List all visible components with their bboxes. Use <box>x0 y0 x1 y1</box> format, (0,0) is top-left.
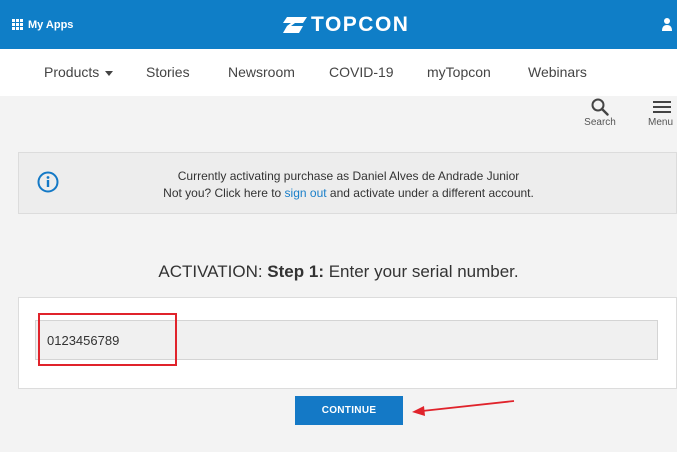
account-info-box: Currently activating purchase as Daniel … <box>18 152 677 214</box>
hamburger-icon <box>653 101 671 113</box>
logo-text: TOPCON <box>311 12 410 36</box>
nav-item-mytopcon[interactable]: myTopcon <box>427 49 491 96</box>
nav-item-label: COVID-19 <box>329 64 394 80</box>
caret-down-icon <box>105 70 114 76</box>
topcon-mark-icon <box>283 16 307 33</box>
step-heading: ACTIVATION: Step 1: Enter your serial nu… <box>0 262 677 282</box>
my-apps-button[interactable]: My Apps <box>12 0 73 49</box>
search-label: Search <box>584 117 616 128</box>
info-line-2-post: and activate under a different account. <box>326 186 534 200</box>
topcon-logo[interactable]: TOPCON <box>283 0 409 49</box>
nav-item-label: Newsroom <box>228 64 295 80</box>
apps-grid-icon <box>12 19 23 30</box>
search-button[interactable]: Search <box>582 98 618 134</box>
step-suffix: Enter your serial number. <box>323 262 519 281</box>
nav-item-label: Stories <box>146 64 190 80</box>
top-bar: My Apps TOPCON <box>0 0 677 49</box>
search-icon <box>591 98 609 116</box>
serial-number-input[interactable] <box>35 320 658 360</box>
nav-item-stories[interactable]: Stories <box>146 49 190 96</box>
annotation-arrow-icon <box>412 400 515 416</box>
main-nav: Products Stories Newsroom COVID-19 myTop… <box>0 49 677 96</box>
menu-label: Menu <box>648 117 674 128</box>
info-line-2: Not you? Click here to sign out and acti… <box>19 186 677 200</box>
step-number: Step 1: <box>267 262 324 281</box>
info-line-2-pre: Not you? Click here to <box>163 186 285 200</box>
step-prefix: ACTIVATION: <box>158 262 268 281</box>
nav-item-label: Webinars <box>528 64 587 80</box>
user-icon[interactable] <box>662 17 672 31</box>
nav-item-webinars[interactable]: Webinars <box>528 49 587 96</box>
nav-item-label: myTopcon <box>427 64 491 80</box>
nav-item-covid-19[interactable]: COVID-19 <box>329 49 394 96</box>
nav-item-newsroom[interactable]: Newsroom <box>228 49 295 96</box>
menu-button[interactable]: Menu <box>648 98 677 134</box>
continue-button[interactable]: CONTINUE <box>295 396 403 425</box>
nav-item-products[interactable]: Products <box>44 49 114 96</box>
my-apps-label: My Apps <box>28 18 74 31</box>
nav-item-label: Products <box>44 64 100 80</box>
sign-out-link[interactable]: sign out <box>285 186 327 200</box>
info-line-1: Currently activating purchase as Daniel … <box>177 169 520 183</box>
